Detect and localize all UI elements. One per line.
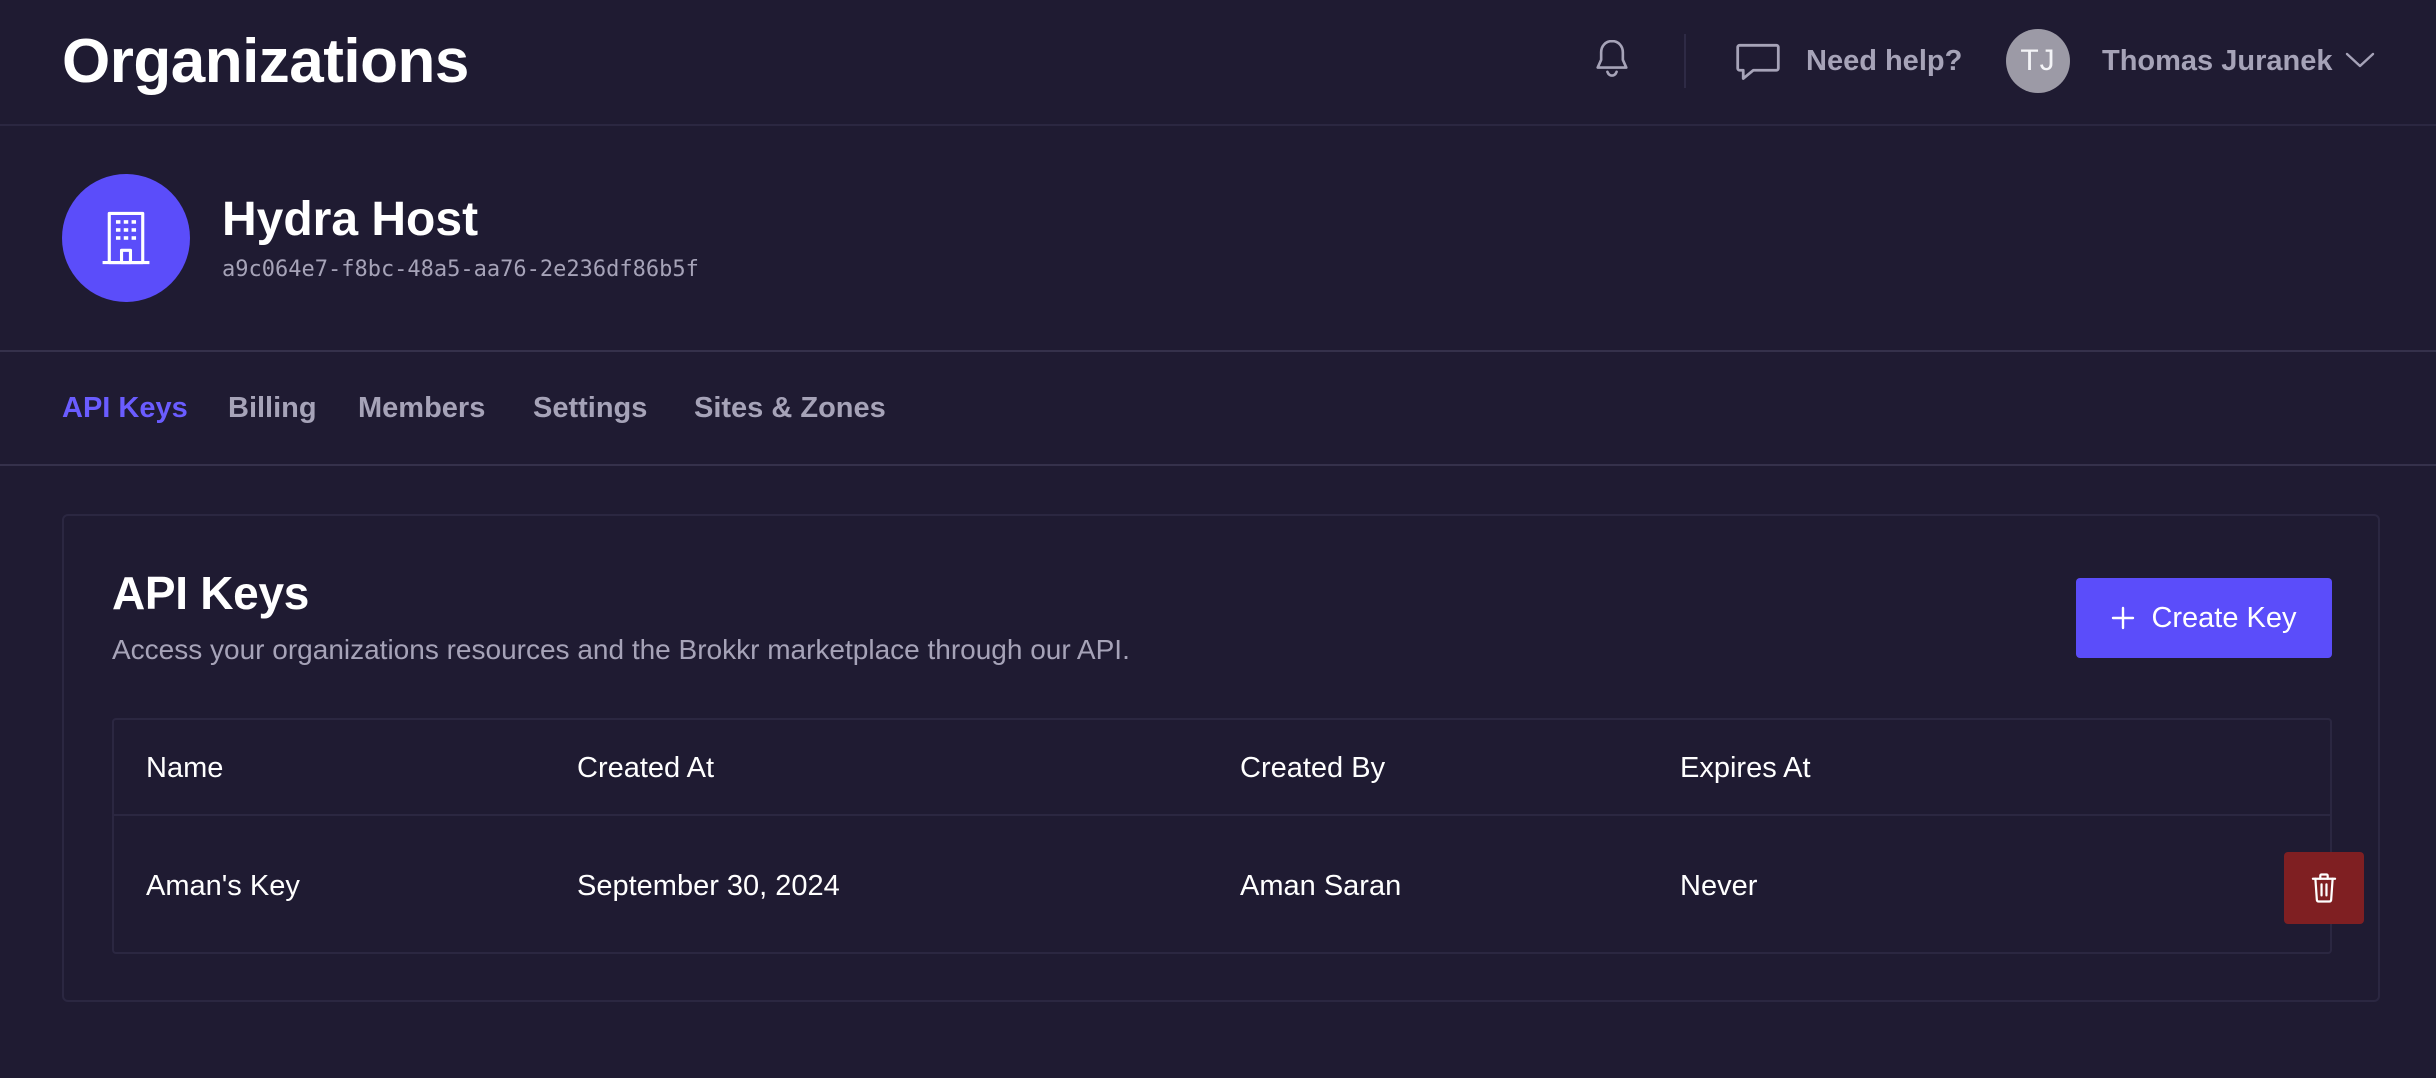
tab-api-keys[interactable]: API Keys [62,390,188,426]
organization-header: Hydra Host a9c064e7-f8bc-48a5-aa76-2e236… [0,128,2436,352]
tab-sites-zones[interactable]: Sites & Zones [694,390,886,426]
create-key-label: Create Key [2151,601,2297,634]
chevron-down-icon[interactable] [2344,48,2376,72]
organization-name: Hydra Host [222,193,479,246]
column-header-expires-at: Expires At [1680,752,1811,784]
column-header-name: Name [146,752,224,784]
plus-icon [2112,606,2135,630]
header-divider [1684,34,1686,88]
table-header: Name Created At Created By Expires At [114,720,2330,816]
trash-icon [2311,873,2337,903]
organization-tabs: API Keys Billing Members Settings Sites … [0,352,2436,466]
cell-expires-at: Never [1680,870,1758,902]
top-bar: Organizations Need help? TJ Thomas Juran… [0,0,2436,126]
user-name[interactable]: Thomas Juranek [2102,43,2332,79]
create-key-button[interactable]: Create Key [2076,578,2332,658]
tab-members[interactable]: Members [358,390,485,426]
page-title: Organizations [62,27,469,96]
column-header-created-by: Created By [1240,752,1386,784]
table-row: Aman's Key September 30, 2024 Aman Saran… [114,818,2364,954]
tab-settings[interactable]: Settings [533,390,647,426]
api-keys-card: API Keys Access your organizations resou… [62,514,2380,1002]
help-link[interactable]: Need help? [1806,43,1962,79]
chat-bubble-icon[interactable] [1734,38,1782,84]
api-keys-table: Name Created At Created By Expires At Am… [112,718,2364,954]
section-description: Access your organizations resources and … [112,634,1130,665]
user-avatar[interactable]: TJ [2006,29,2070,93]
delete-key-button[interactable] [2284,852,2364,924]
column-header-created-at: Created At [577,752,715,784]
cell-name: Aman's Key [146,870,300,902]
bell-icon[interactable] [1590,36,1634,84]
organization-id: a9c064e7-f8bc-48a5-aa76-2e236df86b5f [222,257,699,282]
tab-billing[interactable]: Billing [228,390,317,426]
cell-created-at: September 30, 2024 [577,870,840,902]
section-title: API Keys [112,567,310,619]
office-building-icon [62,174,190,302]
cell-created-by: Aman Saran [1240,870,1402,902]
